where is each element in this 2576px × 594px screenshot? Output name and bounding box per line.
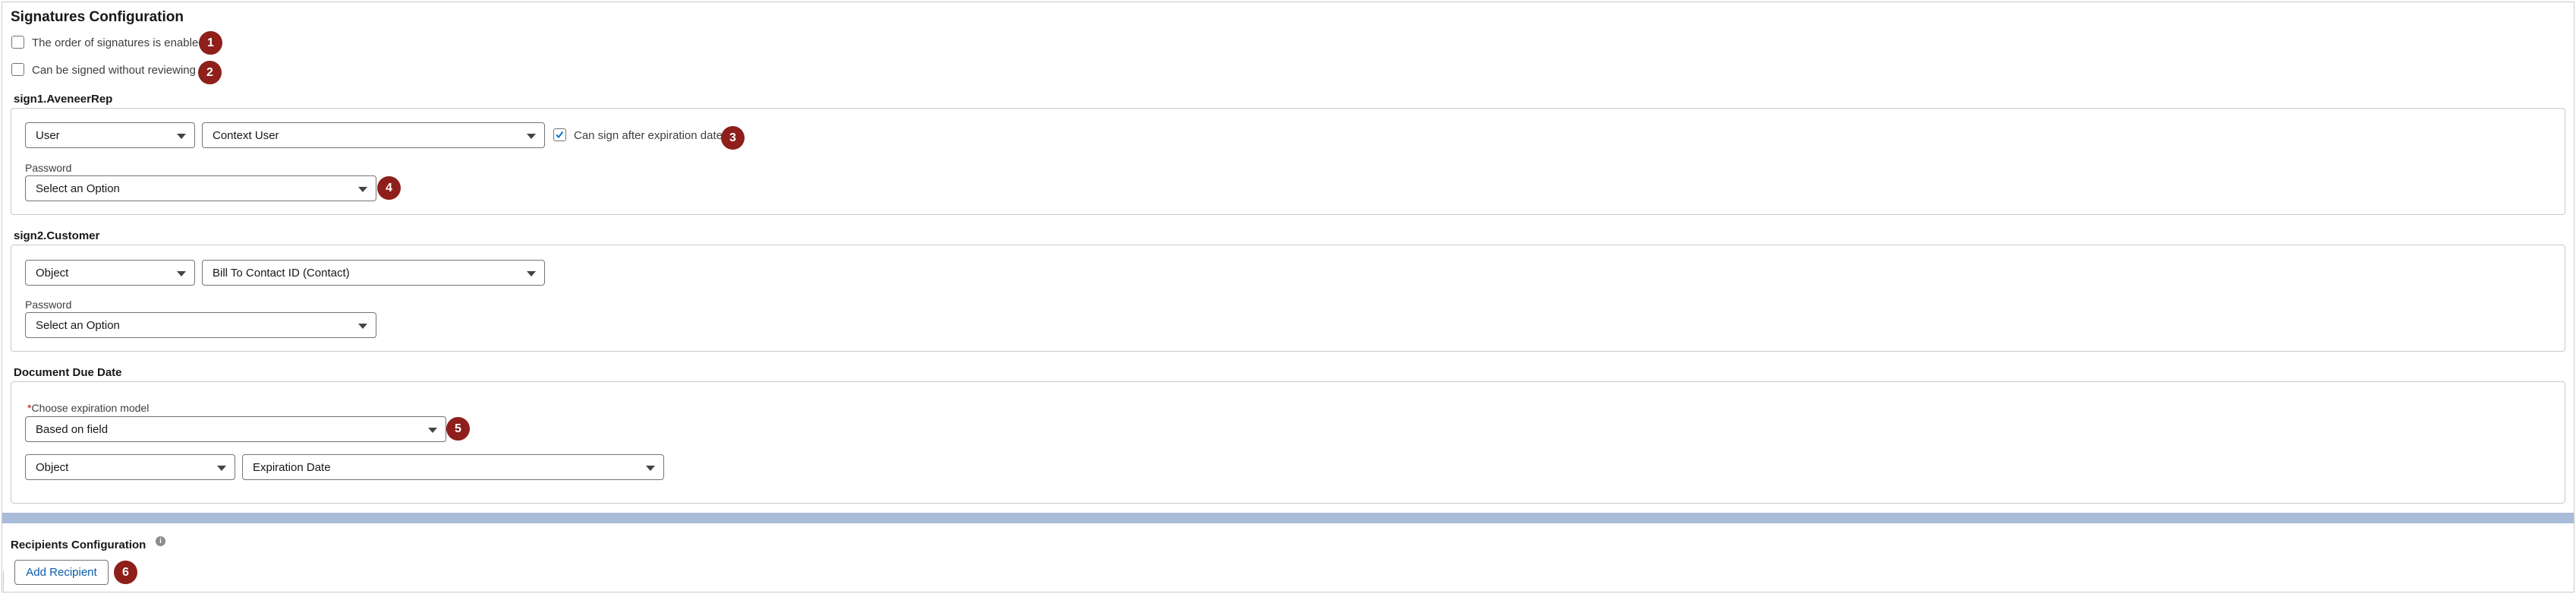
page-title: Signatures Configuration (11, 9, 184, 25)
due-date-panel (11, 381, 2565, 504)
annotation-badge-3: 3 (721, 126, 745, 150)
sign2-source-value: Bill To Contact ID (Contact) (213, 267, 350, 280)
chevron-down-icon (358, 324, 367, 329)
due-date-object-select[interactable]: Object (25, 454, 235, 480)
chevron-down-icon (527, 134, 536, 139)
sign1-source-value: Context User (213, 129, 279, 142)
check-icon (556, 131, 564, 139)
due-date-field-select[interactable]: Expiration Date (242, 454, 664, 480)
due-date-title: Document Due Date (14, 366, 122, 379)
sign-after-expiration-label: Can sign after expiration date (574, 129, 723, 142)
chevron-down-icon (527, 271, 536, 276)
info-icon[interactable]: i (156, 536, 165, 546)
sign1-source-select[interactable]: Context User (202, 122, 545, 148)
annotation-badge-2: 2 (198, 61, 222, 84)
sign1-type-select[interactable]: User (25, 122, 195, 148)
due-date-object-value: Object (36, 461, 69, 474)
sign2-password-label: Password (25, 299, 72, 311)
chevron-down-icon (646, 466, 655, 471)
sign2-type-select[interactable]: Object (25, 260, 195, 286)
sign1-password-label: Password (25, 162, 72, 174)
sign1-title: sign1.AveneerRep (14, 93, 113, 106)
sign1-password-value: Select an Option (36, 182, 120, 195)
expiration-model-label: *Choose expiration model (27, 402, 149, 414)
sign1-type-value: User (36, 129, 60, 142)
chevron-down-icon (177, 134, 186, 139)
sign2-type-value: Object (36, 267, 69, 280)
annotation-badge-5: 5 (446, 417, 470, 441)
resize-edge (3, 571, 4, 591)
chevron-down-icon (217, 466, 226, 471)
without-review-checkbox[interactable] (11, 63, 24, 76)
sign2-title: sign2.Customer (14, 229, 100, 242)
expiration-model-value: Based on field (36, 423, 109, 436)
section-divider (2, 513, 2574, 523)
chevron-down-icon (177, 271, 186, 276)
sign-after-expiration-checkbox[interactable] (553, 128, 566, 141)
expiration-model-select[interactable]: Based on field (25, 416, 446, 442)
sign2-password-value: Select an Option (36, 319, 120, 332)
sign2-password-select[interactable]: Select an Option (25, 312, 376, 338)
sign1-password-select[interactable]: Select an Option (25, 175, 376, 201)
without-review-label: Can be signed without reviewing (32, 64, 196, 77)
sign2-source-select[interactable]: Bill To Contact ID (Contact) (202, 260, 545, 286)
chevron-down-icon (428, 428, 437, 433)
order-enabled-checkbox[interactable] (11, 36, 24, 49)
add-recipient-button[interactable]: Add Recipient (14, 560, 109, 585)
annotation-badge-1: 1 (199, 31, 222, 55)
order-enabled-label: The order of signatures is enabled (32, 36, 205, 49)
due-date-field-value: Expiration Date (253, 461, 331, 474)
chevron-down-icon (358, 187, 367, 192)
annotation-badge-6: 6 (114, 561, 137, 584)
expiration-model-text: Choose expiration model (31, 402, 150, 414)
recipients-title: Recipients Configuration (11, 539, 146, 551)
annotation-badge-4: 4 (377, 176, 401, 200)
